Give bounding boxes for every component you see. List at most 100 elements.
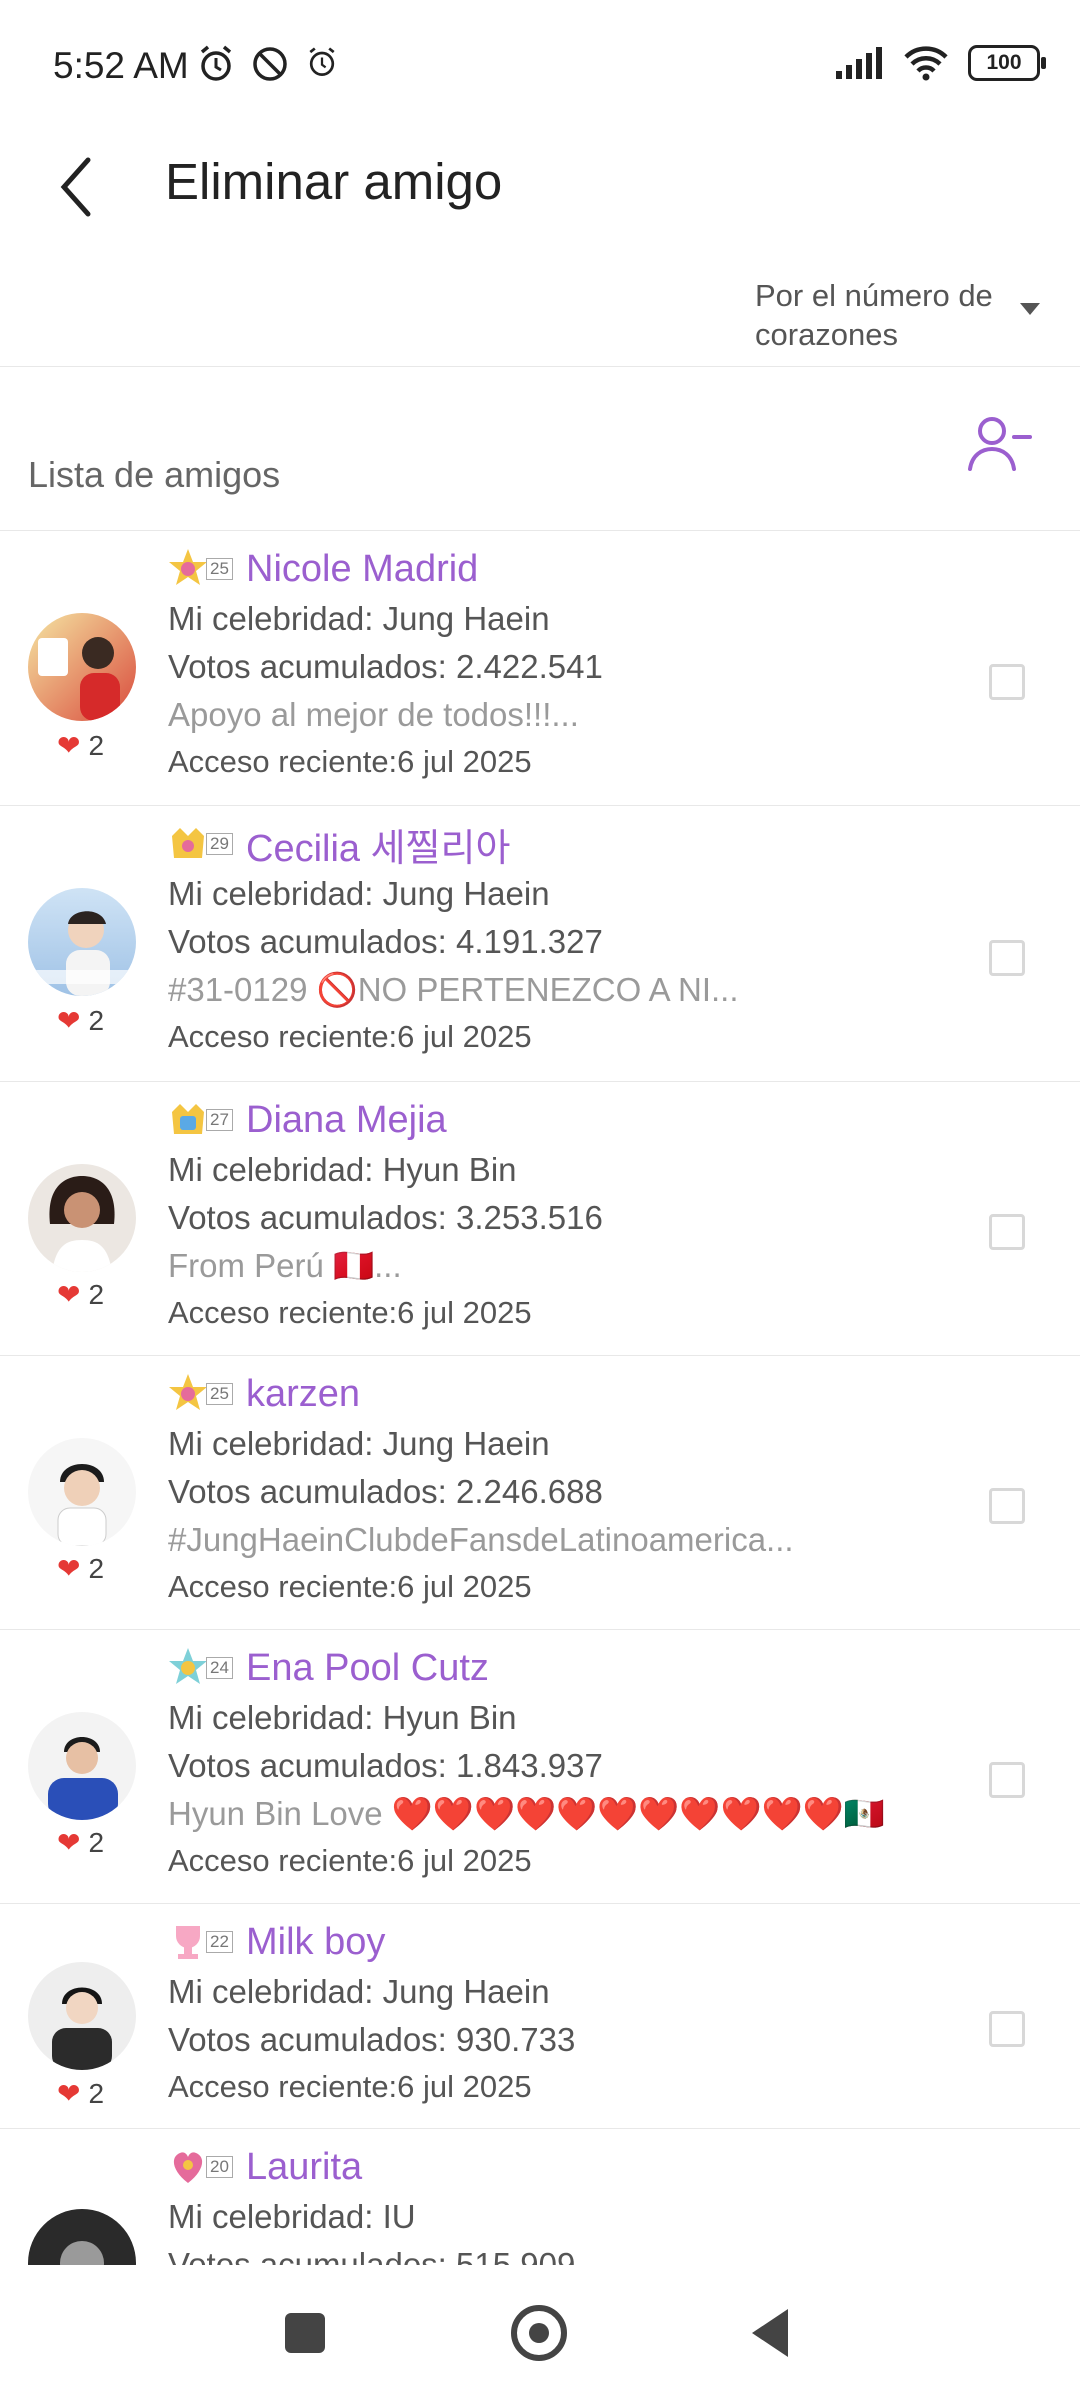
friend-votes: Votos acumulados: 2.422.541 (168, 648, 603, 685)
heart-icon: ❤ (57, 730, 81, 761)
friend-row[interactable]: ❤ 2 25 karzen Mi celebridad: Jung Haein V… (0, 1356, 1080, 1630)
back-icon[interactable] (752, 2309, 788, 2357)
avatar (28, 888, 136, 996)
friend-bio: #31-0129 🚫NO PERTENEZCO A NI... (168, 971, 739, 1008)
friend-info: 25 karzen Mi celebridad: Jung Haein Voto… (168, 1368, 950, 1610)
friend-last-access: Acceso reciente:6 jul 2025 (168, 744, 532, 779)
heart-icon: ❤ (57, 1553, 81, 1584)
select-checkbox[interactable] (989, 1762, 1025, 1798)
avatar (28, 2209, 136, 2265)
status-icons-left (196, 44, 340, 84)
friend-last-access: Acceso reciente:6 jul 2025 (168, 2069, 532, 2104)
friend-last-access: Acceso reciente:6 jul 2025 (168, 1019, 532, 1054)
hearts-count: ❤ 2 (57, 1826, 105, 1859)
friend-last-access: Acceso reciente:6 jul 2025 (168, 1295, 532, 1330)
heart-icon: ❤ (57, 1827, 81, 1858)
friend-votes: Votos acumulados: 3.253.516 (168, 1199, 603, 1236)
friend-last-access: Acceso reciente:6 jul 2025 (168, 1569, 532, 1604)
friend-name: Ena Pool Cutz (246, 1646, 489, 1689)
friend-info: 29 Cecilia 세찔리아 Mi celebridad: Jung Haei… (168, 818, 950, 1060)
app-header: Eliminar amigo (0, 130, 1080, 250)
friend-name: Cecilia 세찔리아 (246, 827, 511, 870)
do-not-disturb-icon (253, 47, 287, 81)
select-checkbox[interactable] (989, 1214, 1025, 1250)
alarm-small-icon (309, 47, 335, 76)
status-icons-right: 100 (834, 44, 1046, 82)
level-badge-icon: 24 (168, 1646, 240, 1690)
select-checkbox[interactable] (989, 664, 1025, 700)
avatar (28, 1438, 136, 1546)
friend-celebrity: Mi celebridad: Hyun Bin (168, 1699, 517, 1736)
list-title: Lista de amigos (28, 454, 281, 495)
friend-row[interactable]: ❤ 2 27 Diana Mejia Mi celebridad: Hyun Bi… (0, 1082, 1080, 1356)
battery-icon: 100 (968, 45, 1046, 81)
level-badge-icon: 25 (168, 547, 240, 591)
friend-bio: Apoyo al mejor de todos!!!... (168, 696, 579, 733)
avatar (28, 1962, 136, 2070)
level-badge-icon: 27 (168, 1098, 240, 1142)
friend-celebrity: Mi celebridad: IU (168, 2198, 416, 2235)
friend-votes: Votos acumulados: 4.191.327 (168, 923, 603, 960)
friend-row[interactable]: 20 Laurita Mi celebridad: IU Votos acumu… (0, 2129, 1080, 2265)
friend-info: 24 Ena Pool Cutz Mi celebridad: Hyun Bin… (168, 1642, 950, 1884)
friend-info: 20 Laurita Mi celebridad: IU Votos acumu… (168, 2141, 950, 2266)
sort-dropdown[interactable]: Por el número de corazones (755, 276, 1005, 354)
friend-row[interactable]: ❤ 2 22 Milk boy Mi celebridad: Jung Haein… (0, 1904, 1080, 2129)
friend-last-access: Acceso reciente:6 jul 2025 (168, 1843, 532, 1878)
friend-celebrity: Mi celebridad: Jung Haein (168, 875, 550, 912)
friend-votes: Votos acumulados: 515.909 (168, 2246, 576, 2265)
friends-list: ❤ 2 25 Nicole Madrid Mi celebridad: Jung … (0, 531, 1080, 2265)
heart-icon: ❤ (57, 2078, 81, 2109)
friend-name: Diana Mejia (246, 1098, 447, 1141)
hearts-count: ❤ 2 (57, 2077, 105, 2110)
alarm-icon (200, 45, 232, 81)
avatar (28, 613, 136, 721)
system-nav-bar (0, 2265, 1080, 2400)
level-badge-icon: 22 (168, 1920, 240, 1964)
friend-votes: Votos acumulados: 1.843.937 (168, 1747, 603, 1784)
sort-row: Por el número de corazones (0, 258, 1080, 367)
friend-name: Nicole Madrid (246, 547, 479, 590)
hearts-count: ❤ 2 (57, 1004, 105, 1037)
friend-name: karzen (246, 1372, 361, 1415)
friend-name: Milk boy (246, 1920, 386, 1963)
signal-icon (836, 47, 882, 79)
friend-celebrity: Mi celebridad: Jung Haein (168, 1425, 550, 1462)
level-badge-icon: 25 (168, 1372, 240, 1416)
friend-name: Laurita (246, 2145, 363, 2188)
recent-apps-icon[interactable] (285, 2313, 325, 2353)
friend-info: 25 Nicole Madrid Mi celebridad: Jung Hae… (168, 543, 950, 785)
select-checkbox[interactable] (989, 2011, 1025, 2047)
hearts-count: ❤ 2 (57, 1278, 105, 1311)
select-checkbox[interactable] (989, 940, 1025, 976)
friend-celebrity: Mi celebridad: Jung Haein (168, 1973, 550, 2010)
friend-votes: Votos acumulados: 930.733 (168, 2021, 576, 2058)
avatar (28, 1712, 136, 1820)
friend-row[interactable]: ❤ 2 24 Ena Pool Cutz Mi celebridad: Hyun … (0, 1630, 1080, 1904)
level-badge-icon: 20 (168, 2145, 240, 2189)
hearts-count: ❤ 2 (57, 729, 105, 762)
status-time: 5:52 AM (53, 45, 189, 86)
friend-votes: Votos acumulados: 2.246.688 (168, 1473, 603, 1510)
friend-celebrity: Mi celebridad: Hyun Bin (168, 1151, 517, 1188)
select-checkbox[interactable] (989, 1488, 1025, 1524)
remove-friend-icon[interactable] (966, 411, 1032, 477)
dropdown-arrow-icon[interactable] (1020, 303, 1040, 315)
level-badge-icon: 29 (168, 822, 240, 866)
friend-row[interactable]: ❤ 2 25 Nicole Madrid Mi celebridad: Jung … (0, 531, 1080, 806)
heart-icon: ❤ (57, 1279, 81, 1310)
friend-celebrity: Mi celebridad: Jung Haein (168, 600, 550, 637)
friend-row[interactable]: ❤ 2 29 Cecilia 세찔리아 Mi celebridad: Jung H… (0, 806, 1080, 1082)
status-bar: 5:52 AM 100 (0, 0, 1080, 130)
hearts-count: ❤ 2 (57, 1552, 105, 1585)
list-header: Lista de amigos (0, 367, 1080, 531)
heart-icon: ❤ (57, 1005, 81, 1036)
page-title: Eliminar amigo (165, 153, 503, 210)
friend-info: 27 Diana Mejia Mi celebridad: Hyun Bin V… (168, 1094, 950, 1336)
wifi-icon (904, 46, 948, 81)
home-icon[interactable] (511, 2305, 567, 2361)
friend-bio: #JungHaeinClubdeFansdeLatinoamerica... (168, 1521, 794, 1558)
friend-bio: Hyun Bin Love ❤️❤️❤️❤️❤️❤️❤️❤️❤️❤️❤️🇲🇽 (168, 1795, 885, 1832)
back-arrow-icon[interactable] (48, 152, 108, 222)
avatar (28, 1164, 136, 1272)
